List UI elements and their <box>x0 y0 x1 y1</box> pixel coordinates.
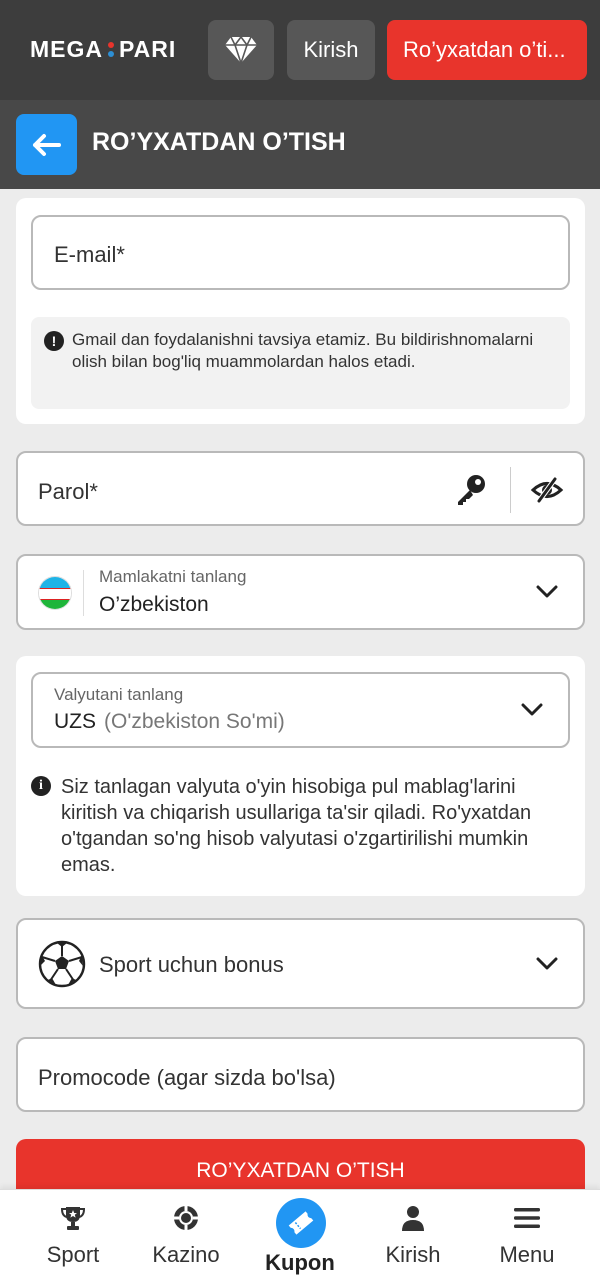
promocode-placeholder: Promocode (agar sizda bo'lsa) <box>38 1065 336 1090</box>
promocode-field[interactable]: Promocode (agar sizda bo'lsa) <box>16 1037 585 1112</box>
back-button[interactable] <box>16 114 77 175</box>
header-login-button[interactable]: Kirish <box>287 20 375 80</box>
currency-card: Valyutani tanlang UZS (O'zbekiston So'mi… <box>16 656 585 896</box>
key-icon[interactable] <box>454 473 488 507</box>
password-field[interactable]: Parol* <box>16 451 585 526</box>
email-note-text: Gmail dan foydalanishni tavsiya etamiz. … <box>72 330 534 371</box>
chevron-down-icon <box>521 703 543 716</box>
currency-note-text: Siz tanlagan valyuta o'yin hisobiga pul … <box>61 776 532 876</box>
nav-kazino-label: Kazino <box>152 1242 220 1267</box>
country-select[interactable]: Mamlakatni tanlang O’zbekiston <box>16 554 585 630</box>
trophy-icon <box>60 1207 86 1230</box>
email-field[interactable]: E-mail* <box>31 215 570 290</box>
arrow-left-icon <box>32 133 61 156</box>
nav-kazino[interactable]: Kazino <box>131 1190 241 1280</box>
eye-off-icon[interactable] <box>530 475 564 505</box>
header-register-button[interactable]: Ro’yxatdan o’ti... <box>387 20 587 80</box>
nav-kirish-label: Kirish <box>385 1242 441 1267</box>
email-note: ! Gmail dan foydalanishni tavsiya etamiz… <box>31 317 570 409</box>
info-icon: i <box>31 776 51 796</box>
top-bar: MEGA PARI Kirish Ro’yxatdan o’ti... <box>0 0 600 100</box>
nav-kirish[interactable]: Kirish <box>358 1190 468 1280</box>
uzbekistan-flag-icon <box>38 576 72 610</box>
chevron-down-icon <box>536 585 558 598</box>
chevron-down-icon <box>536 957 558 970</box>
hamburger-menu-icon <box>514 1208 540 1228</box>
diamond-icon <box>225 35 257 65</box>
email-placeholder: E-mail* <box>54 242 125 267</box>
megapari-logo[interactable]: MEGA PARI <box>30 36 176 63</box>
user-icon <box>402 1206 424 1231</box>
logo-text-right: PARI <box>119 36 177 62</box>
country-label: Mamlakatni tanlang <box>99 567 247 586</box>
casino-chip-icon <box>174 1206 198 1230</box>
password-placeholder: Parol* <box>38 479 98 504</box>
kupon-button[interactable] <box>276 1198 326 1248</box>
logo-text-left: MEGA <box>30 36 103 62</box>
nav-sport[interactable]: Sport <box>18 1190 128 1280</box>
country-divider <box>83 570 84 616</box>
bottom-navigation: Sport Kazino Kupon Kirish Menu <box>0 1189 600 1280</box>
logo-dots <box>108 42 114 57</box>
header-register-label: Ro’yxatdan o’ti... <box>403 37 566 62</box>
currency-name: (O'zbekiston So'mi) <box>104 710 285 733</box>
currency-code: UZS <box>54 710 96 733</box>
page-title-bar: RO’YXATDAN O’TISH <box>0 100 600 189</box>
nav-menu[interactable]: Menu <box>472 1190 582 1280</box>
email-card: E-mail* ! Gmail dan foydalanishni tavsiy… <box>16 198 585 424</box>
nav-sport-label: Sport <box>46 1242 100 1267</box>
currency-select[interactable]: Valyutani tanlang UZS (O'zbekiston So'mi… <box>31 672 570 748</box>
currency-label: Valyutani tanlang <box>54 685 184 704</box>
bonus-label: Sport uchun bonus <box>99 952 284 977</box>
soccer-ball-icon <box>38 940 86 988</box>
bonus-select[interactable]: Sport uchun bonus <box>16 918 585 1009</box>
page-title: RO’YXATDAN O’TISH <box>92 128 346 156</box>
password-divider <box>510 467 511 513</box>
ticket-icon <box>288 1211 314 1235</box>
exclamation-icon: ! <box>44 331 64 351</box>
vip-gem-button[interactable] <box>208 20 274 80</box>
nav-kupon-label: Kupon <box>265 1250 335 1275</box>
country-value: O’zbekiston <box>99 593 209 616</box>
nav-menu-label: Menu <box>499 1242 555 1267</box>
